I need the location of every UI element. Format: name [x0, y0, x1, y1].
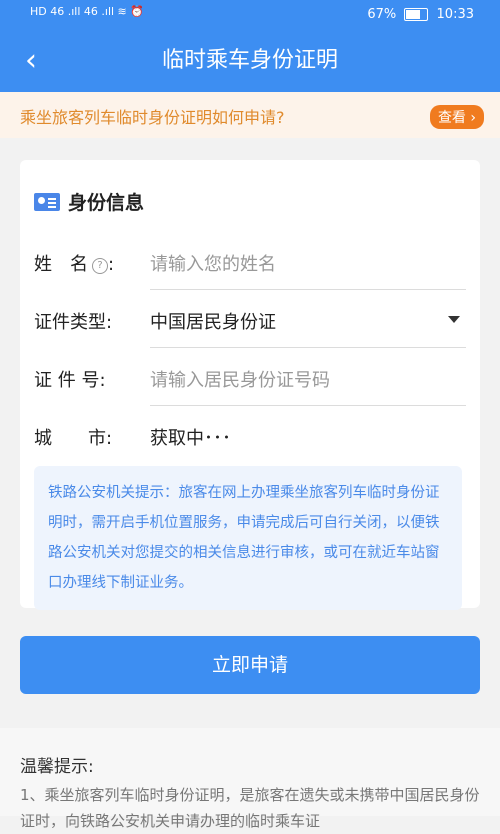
idtype-label: 证件类型:: [34, 312, 113, 333]
section-heading: 身份信息: [34, 188, 144, 215]
police-tip: 铁路公安机关提示：旅客在网上办理乘坐旅客列车临时身份证明时，需开启手机位置服务，…: [34, 466, 462, 610]
city-label: 城 市:: [34, 428, 113, 449]
notice-text: 1、乘坐旅客列车临时身份证明，是旅客在遗失或未携带中国居民身份证时，向铁路公安机…: [20, 786, 480, 830]
title-bar: ‹ 临时乘车身份证明: [0, 38, 500, 88]
city-row: 城 市: 获取中･･･: [34, 406, 466, 464]
idnum-row: 证 件 号: 请输入居民身份证号码: [34, 348, 466, 406]
name-label: 姓 名?:: [34, 254, 115, 275]
section-heading-text: 身份信息: [68, 192, 145, 214]
help-banner: 乘坐旅客列车临时身份证明如何申请? 查看 ›: [0, 92, 500, 138]
name-input[interactable]: 请输入您的姓名: [150, 250, 276, 276]
submit-button[interactable]: 立即申请: [20, 636, 480, 694]
notice-title: 温馨提示:: [20, 757, 94, 777]
identity-card: 身份信息 姓 名?: 请输入您的姓名 证件类型: 中国居民身份证 证 件 号: …: [20, 160, 480, 610]
battery-percent: 67%: [367, 7, 397, 22]
idtype-row[interactable]: 证件类型: 中国居民身份证: [34, 290, 466, 348]
name-row: 姓 名?: 请输入您的姓名: [34, 232, 466, 290]
idtype-select[interactable]: 中国居民身份证: [150, 308, 276, 334]
status-bar: HD 46 .ıll 46 .ıll ≋ ⏰ 67% 10:33: [0, 0, 500, 30]
idnum-input[interactable]: 请输入居民身份证号码: [150, 366, 330, 392]
city-value: 获取中･･･: [150, 428, 231, 449]
clock: 10:33: [436, 7, 474, 22]
signal-indicators: HD 46 .ıll 46 .ıll ≋ ⏰: [30, 5, 144, 18]
status-right: 67% 10:33: [367, 7, 474, 22]
idnum-label: 证 件 号:: [34, 370, 106, 391]
footer-notice: 温馨提示: 1、乘坐旅客列车临时身份证明，是旅客在遗失或未携带中国居民身份证时，…: [0, 728, 500, 830]
view-button[interactable]: 查看 ›: [429, 105, 484, 129]
battery-icon: [404, 8, 429, 21]
dropdown-caret-icon[interactable]: [448, 316, 460, 323]
banner-text: 乘坐旅客列车临时身份证明如何申请?: [20, 108, 285, 127]
app-header: HD 46 .ıll 46 .ıll ≋ ⏰ 67% 10:33 ‹ 临时乘车身…: [0, 0, 500, 92]
help-icon[interactable]: ?: [92, 258, 108, 274]
page-title: 临时乘车身份证明: [161, 48, 338, 73]
id-card-icon: [34, 193, 60, 211]
